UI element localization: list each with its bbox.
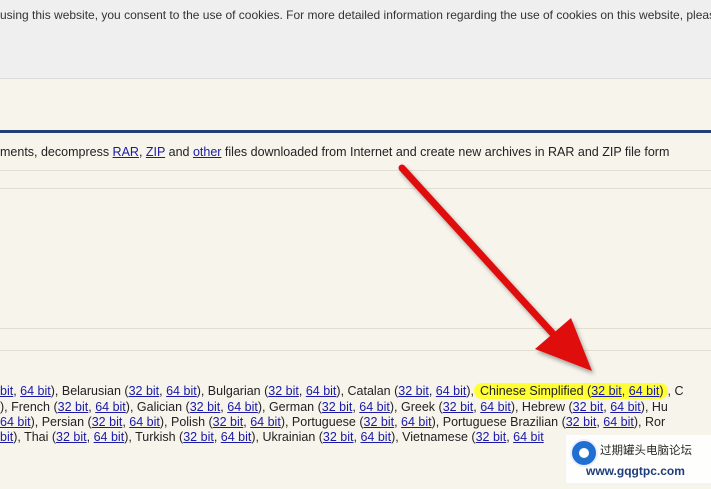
watermark-name: 过期罐头电脑论坛 bbox=[600, 445, 692, 457]
annotation-arrow bbox=[398, 164, 592, 371]
arrow-shaft bbox=[398, 164, 559, 340]
site-watermark: 过期罐头电脑论坛 www.gqgtpc.com bbox=[566, 435, 711, 483]
watermark-logo-icon bbox=[570, 439, 598, 467]
watermark-url: www.gqgtpc.com bbox=[586, 464, 685, 478]
